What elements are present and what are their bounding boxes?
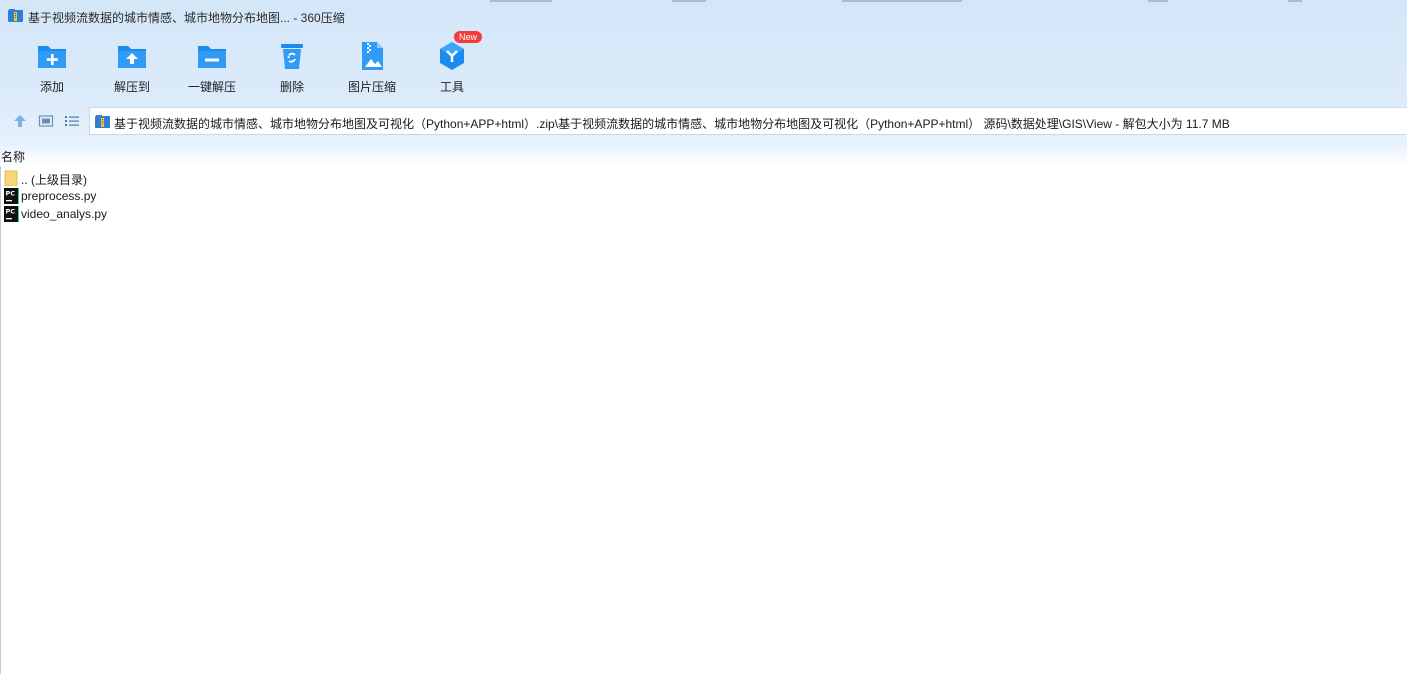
title-bar-shadow xyxy=(1288,0,1302,2)
title-bar[interactable]: 基于视频流数据的城市情感、城市地物分布地图... - 360压缩 xyxy=(0,0,1407,32)
address-bar[interactable]: 基于视频流数据的城市情感、城市地物分布地图及可视化（Python+APP+htm… xyxy=(89,107,1407,135)
list-item-name: video_analys.py xyxy=(21,207,108,221)
folder-icon xyxy=(4,170,18,186)
pycharm-file-icon: PC xyxy=(4,188,19,204)
one-click-extract-button[interactable]: 一键解压 xyxy=(172,38,252,98)
list-view-icon[interactable] xyxy=(64,113,80,129)
svg-text:PC: PC xyxy=(6,208,16,216)
extract-to-button[interactable]: 解压到 xyxy=(92,38,172,98)
archive-app-icon xyxy=(8,9,23,22)
add-button[interactable]: 添加 xyxy=(12,38,92,98)
svg-text:PC: PC xyxy=(6,190,16,198)
archive-file-icon xyxy=(95,115,110,128)
address-path: 基于视频流数据的城市情感、城市地物分布地图及可视化（Python+APP+htm… xyxy=(114,117,1230,131)
one-click-extract-icon xyxy=(198,46,226,68)
list-item-parent-directory[interactable]: .. (上级目录) xyxy=(0,169,1407,187)
image-compress-icon xyxy=(362,42,383,70)
delete-button[interactable]: 删除 xyxy=(252,38,332,98)
recycle-bin-icon xyxy=(281,44,303,69)
list-item-name: .. (上级目录) xyxy=(21,173,87,187)
tools-cube-icon xyxy=(440,42,464,70)
title-bar-shadow xyxy=(490,0,552,2)
thumbnail-view-icon[interactable] xyxy=(38,113,54,129)
new-badge: New xyxy=(454,31,483,43)
list-item-preprocess[interactable]: PC preprocess.py xyxy=(0,187,1407,205)
image-compress-button-label: 图片压缩 xyxy=(347,80,396,94)
add-folder-icon xyxy=(38,46,66,68)
list-item-video-analys[interactable]: PC video_analys.py xyxy=(0,205,1407,223)
tools-button-label: 工具 xyxy=(439,80,464,94)
up-arrow-icon[interactable] xyxy=(12,113,28,129)
one-click-extract-button-label: 一键解压 xyxy=(187,80,236,94)
pycharm-file-icon: PC xyxy=(4,206,19,222)
title-bar-shadow xyxy=(672,0,706,2)
add-button-label: 添加 xyxy=(39,80,64,94)
navigation-bar: 基于视频流数据的城市情感、城市地物分布地图及可视化（Python+APP+htm… xyxy=(0,107,1407,135)
tools-button[interactable]: New 工具 xyxy=(412,31,492,98)
file-list: .. (上级目录) PC preprocess.py PC video_anal… xyxy=(0,169,1407,223)
title-bar-shadow xyxy=(842,0,962,2)
window-title: 基于视频流数据的城市情感、城市地物分布地图... - 360压缩 xyxy=(28,11,345,25)
column-header-name[interactable]: 名称 xyxy=(1,148,25,165)
list-left-border xyxy=(0,166,1,674)
app-window: 基于视频流数据的城市情感、城市地物分布地图... - 360压缩 添加 解压到 xyxy=(0,0,1407,674)
delete-button-label: 删除 xyxy=(279,80,304,94)
image-compress-button[interactable]: 图片压缩 xyxy=(332,38,412,98)
extract-to-icon xyxy=(118,46,146,68)
list-item-name: preprocess.py xyxy=(21,189,97,203)
title-bar-shadow xyxy=(1148,0,1168,2)
extract-to-button-label: 解压到 xyxy=(113,80,150,94)
